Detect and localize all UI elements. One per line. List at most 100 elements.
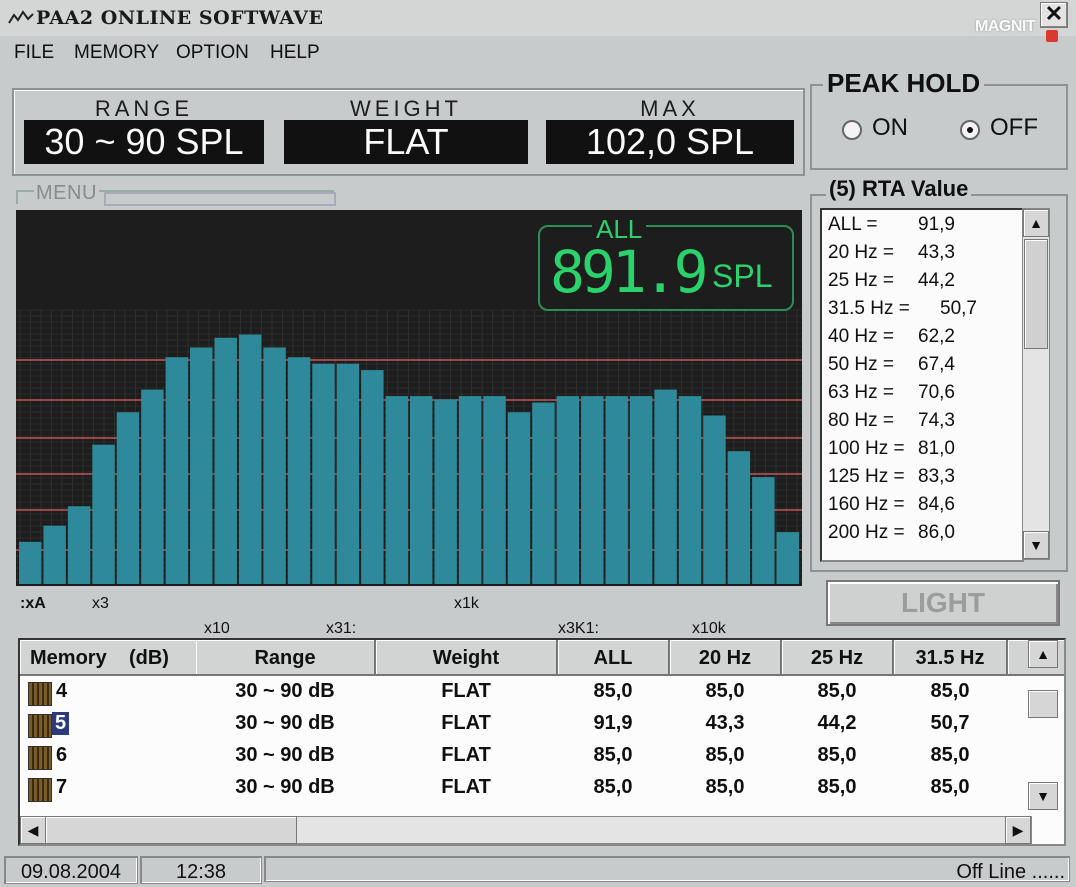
table-cell-hz25[interactable]: 85,0 — [782, 744, 892, 767]
table-cell-hz20[interactable]: 85,0 — [670, 776, 780, 799]
memory-table[interactable]: Memory (dB) Range Weight ALL 20 Hz 25 Hz… — [18, 638, 1066, 846]
rta-list-item[interactable]: 200 Hz = 86,0 — [828, 522, 955, 544]
memory-row-icon[interactable] — [28, 746, 52, 770]
spectrum-bar — [43, 525, 66, 584]
table-cell-hz31[interactable]: 85,0 — [894, 680, 1006, 703]
spl-unit: SPL — [712, 258, 773, 294]
menu-option[interactable]: OPTION — [176, 42, 249, 64]
peak-hold-on-label[interactable]: ON — [872, 114, 908, 142]
spectrum-bar — [67, 506, 91, 584]
table-cell-all[interactable]: 85,0 — [558, 776, 668, 799]
table-cell-weight[interactable]: FLAT — [376, 744, 556, 767]
memory-row-icon[interactable] — [28, 682, 52, 706]
rta-list-item[interactable]: 50 Hz = 67,4 — [828, 354, 955, 376]
rta-list-item[interactable]: 100 Hz = 81,0 — [828, 438, 955, 460]
scroll-thumb[interactable] — [1028, 690, 1058, 718]
rta-band-value: 84,6 — [918, 494, 955, 515]
scroll-down-icon[interactable]: ▼ — [1028, 782, 1058, 810]
rta-list-item[interactable]: 63 Hz = 70,6 — [828, 382, 955, 404]
rta-band-label: 125 Hz = — [828, 466, 905, 487]
memory-row-number[interactable]: 6 — [56, 744, 67, 767]
scale-label: x31: — [326, 620, 357, 637]
table-cell-range[interactable]: 30 ~ 90 dB — [196, 680, 374, 703]
column-header-weight[interactable]: Weight — [376, 640, 558, 676]
table-cell-hz31[interactable]: 50,7 — [894, 712, 1006, 735]
table-cell-hz25[interactable]: 85,0 — [782, 680, 892, 703]
scroll-down-icon[interactable]: ▼ — [1023, 531, 1049, 559]
peak-hold-off-radio[interactable] — [960, 120, 980, 140]
spectrum-bar — [581, 396, 604, 584]
column-header-31-5hz[interactable]: 31.5 Hz — [894, 640, 1008, 676]
scroll-right-icon[interactable]: ▶ — [1005, 816, 1031, 844]
table-horizontal-scrollbar[interactable]: ◀ ▶ — [20, 816, 1032, 844]
table-cell-all[interactable]: 91,9 — [558, 712, 668, 735]
spectrum-bar — [483, 396, 506, 584]
rta-list-item[interactable]: 40 Hz = 62,2 — [828, 326, 955, 348]
peak-hold-off-label[interactable]: OFF — [990, 114, 1038, 142]
table-vertical-scrollbar[interactable]: ▲ ▼ — [1028, 640, 1058, 810]
rta-band-label: 63 Hz = — [828, 382, 895, 403]
column-header-20hz[interactable]: 20 Hz — [670, 640, 782, 676]
rta-band-value: 83,3 — [918, 466, 955, 487]
spectrum-bar — [727, 451, 751, 584]
peak-hold-title: PEAK HOLD — [823, 68, 985, 99]
scroll-thumb[interactable] — [45, 816, 297, 844]
table-cell-weight[interactable]: FLAT — [376, 776, 556, 799]
column-header-range[interactable]: Range — [196, 640, 376, 676]
menu-file[interactable]: FILE — [14, 42, 54, 64]
menu-help[interactable]: HELP — [270, 42, 320, 64]
spectrum-bar — [263, 347, 286, 584]
table-cell-hz31[interactable]: 85,0 — [894, 776, 1006, 799]
table-cell-weight[interactable]: FLAT — [376, 680, 556, 703]
table-cell-hz20[interactable]: 85,0 — [670, 680, 780, 703]
rta-list-item[interactable]: 31.5 Hz = 50,7 — [828, 298, 977, 320]
rta-list-item[interactable]: 125 Hz = 83,3 — [828, 466, 955, 488]
table-cell-range[interactable]: 30 ~ 90 dB — [196, 744, 374, 767]
rta-list-item[interactable]: ALL = 91,9 — [828, 214, 955, 236]
rta-band-label: 20 Hz = — [828, 242, 895, 263]
column-header-25hz[interactable]: 25 Hz — [782, 640, 894, 676]
spectrum-bar — [678, 396, 702, 584]
light-button[interactable]: LIGHT — [826, 580, 1060, 626]
rta-list-item[interactable]: 160 Hz = 84,6 — [828, 494, 955, 516]
rta-scrollbar[interactable]: ▲ ▼ — [1022, 208, 1050, 560]
table-cell-hz25[interactable]: 85,0 — [782, 776, 892, 799]
memory-row-icon[interactable] — [28, 778, 52, 802]
table-cell-all[interactable]: 85,0 — [558, 744, 668, 767]
weight-value: FLAT — [284, 120, 528, 164]
menu-group-label: MENU — [34, 182, 99, 205]
rta-list-item[interactable]: 20 Hz = 43,3 — [828, 242, 955, 264]
memory-row-number[interactable]: 7 — [56, 776, 67, 799]
rta-value-list[interactable]: ALL = 91,9 20 Hz = 43,3 25 Hz = 44,2 31.5 Hz =… — [820, 208, 1024, 562]
spectrum-bar — [532, 402, 555, 584]
column-header-memory[interactable]: Memory (dB) — [20, 640, 206, 676]
peak-hold-on-radio[interactable] — [842, 120, 862, 140]
menu-memory[interactable]: MEMORY — [74, 42, 159, 64]
rta-list-item[interactable]: 80 Hz = 74,3 — [828, 410, 955, 432]
column-header-all[interactable]: ALL — [558, 640, 670, 676]
table-cell-hz31[interactable]: 85,0 — [894, 744, 1006, 767]
close-button[interactable]: ✕ — [1040, 2, 1068, 28]
scroll-left-icon[interactable]: ◀ — [20, 816, 46, 844]
memory-row-number[interactable]: 4 — [56, 680, 67, 703]
rta-band-label: 80 Hz = — [828, 410, 895, 431]
spectrum-bar — [116, 412, 140, 584]
logo-mark-icon — [1046, 30, 1058, 42]
table-cell-hz25[interactable]: 44,2 — [782, 712, 892, 735]
table-cell-hz20[interactable]: 43,3 — [670, 712, 780, 735]
rta-band-label: 160 Hz = — [828, 494, 905, 515]
scroll-up-icon[interactable]: ▲ — [1023, 209, 1049, 237]
table-cell-range[interactable]: 30 ~ 90 dB — [196, 712, 374, 735]
app-icon — [8, 10, 34, 24]
spectrum-bar — [385, 396, 408, 584]
scroll-up-icon[interactable]: ▲ — [1028, 640, 1058, 668]
table-cell-weight[interactable]: FLAT — [376, 712, 556, 735]
rta-list-item[interactable]: 25 Hz = 44,2 — [828, 270, 955, 292]
scroll-thumb[interactable] — [1024, 239, 1048, 349]
table-cell-hz20[interactable]: 85,0 — [670, 744, 780, 767]
table-cell-range[interactable]: 30 ~ 90 dB — [196, 776, 374, 799]
memory-row-number[interactable]: 5 — [52, 712, 70, 735]
range-value: 30 ~ 90 SPL — [24, 120, 264, 164]
memory-row-icon[interactable] — [28, 714, 52, 738]
table-cell-all[interactable]: 85,0 — [558, 680, 668, 703]
